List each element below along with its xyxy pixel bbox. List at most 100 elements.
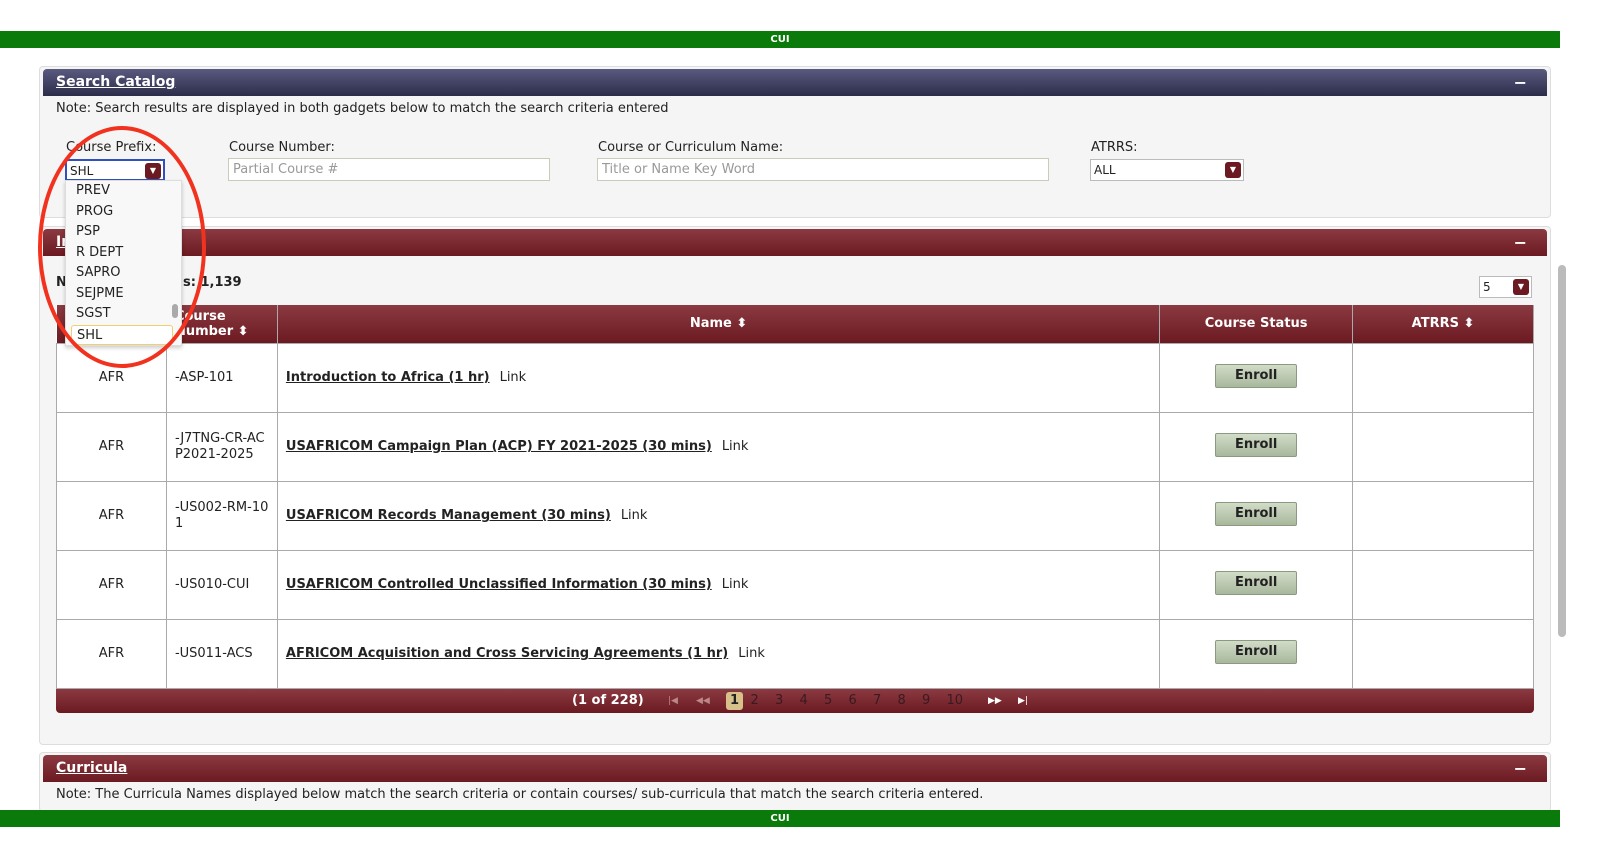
course-name-label: Course or Curriculum Name: (598, 140, 784, 155)
courses-header: In − (43, 229, 1547, 256)
prefix-option[interactable]: PREV (66, 181, 181, 202)
page-size-select[interactable]: 5 ▼ (1479, 276, 1532, 298)
atrrs-cell (1352, 618, 1534, 689)
course-prefix-cell: AFR (56, 549, 167, 620)
course-prefix-select[interactable]: SHL ▼ (65, 159, 165, 181)
table-row: AFR -US002-RM-101 USAFRICOM Records Mana… (56, 480, 1534, 551)
page-link[interactable]: 9 (922, 689, 930, 713)
prefix-option[interactable]: SHL (71, 324, 173, 345)
atrrs-cell (1352, 480, 1534, 551)
header-label: ATRRS (1411, 316, 1459, 332)
page-link[interactable]: 2 (751, 689, 759, 713)
course-number-cell: -US010-CUI (165, 549, 278, 620)
course-prefix-label: Course Prefix: (66, 140, 157, 155)
pagination: (1 of 228) |◀ ◀◀ ▶▶ ▶| 1 2 3 4 5 6 7 8 9 10 (56, 689, 1534, 713)
page-link[interactable]: 5 (824, 689, 832, 713)
table-row: AFR -ASP-101 Introduction to Africa (1 h… (56, 342, 1534, 413)
enroll-button[interactable]: Enroll (1215, 501, 1298, 526)
curricula-note: Note: The Curricula Names displayed belo… (56, 787, 984, 802)
table-row: AFR -US010-CUI USAFRICOM Controlled Uncl… (56, 549, 1534, 620)
course-prefix-cell: AFR (56, 342, 167, 413)
header-label: Name (689, 316, 732, 332)
course-number-cell: -J7TNG-CR-ACP2021-2025 (165, 411, 278, 482)
course-name-cell: USAFRICOM Records Management (30 mins) Li… (276, 480, 1161, 551)
atrrs-header[interactable]: ATRRS ⬍ (1352, 305, 1534, 343)
page-link[interactable]: 4 (800, 689, 808, 713)
course-name-link[interactable]: AFRICOM Acquisition and Cross Servicing … (286, 646, 728, 661)
course-status-cell: Enroll (1159, 480, 1354, 551)
chevron-down-icon: ▼ (145, 163, 161, 179)
course-status-cell: Enroll (1159, 618, 1354, 689)
page-scrollbar[interactable] (1558, 265, 1566, 637)
search-catalog-header: Search Catalog − (43, 69, 1547, 96)
course-number-label: Course Number: (229, 140, 335, 155)
prefix-option[interactable]: PSP (66, 222, 181, 243)
cui-banner-bottom: CUI (0, 810, 1560, 827)
course-number-cell: -US011-ACS (165, 618, 278, 689)
course-number-input[interactable]: Partial Course # (228, 158, 550, 181)
curricula-header: Curricula − (43, 755, 1547, 782)
minimize-icon[interactable]: − (1514, 755, 1527, 782)
course-link[interactable]: Link (500, 370, 527, 385)
atrrs-cell (1352, 411, 1534, 482)
course-name-cell: USAFRICOM Controlled Unclassified Inform… (276, 549, 1161, 620)
course-name-link[interactable]: USAFRICOM Records Management (30 mins) (286, 508, 611, 523)
course-name-cell: AFRICOM Acquisition and Cross Servicing … (276, 618, 1161, 689)
cui-banner-top: CUI (0, 31, 1560, 48)
course-link[interactable]: Link (738, 646, 765, 661)
course-status-header: Course Status (1159, 305, 1354, 343)
minimize-icon[interactable]: − (1514, 69, 1527, 96)
course-prefix-value: SHL (70, 164, 94, 178)
course-prefix-dropdown: PREV PROG PSP R DEPT SAPRO SEJPME SGST SHL (65, 180, 182, 346)
course-number-cell: -US002-RM-101 (165, 480, 278, 551)
curricula-panel: Curricula − (39, 752, 1551, 812)
atrrs-cell (1352, 342, 1534, 413)
course-name-input[interactable]: Title or Name Key Word (597, 158, 1049, 181)
atrrs-value: ALL (1094, 163, 1116, 177)
page-link[interactable]: 10 (947, 689, 964, 713)
next-page-icon[interactable]: ▶▶ (988, 689, 1002, 713)
chevron-down-icon: ▼ (1225, 162, 1241, 178)
page-link[interactable]: 7 (873, 689, 881, 713)
enroll-button[interactable]: Enroll (1215, 570, 1298, 595)
course-status-cell: Enroll (1159, 342, 1354, 413)
course-name-link[interactable]: USAFRICOM Campaign Plan (ACP) FY 2021-20… (286, 439, 712, 454)
curricula-title[interactable]: Curricula (56, 760, 127, 776)
course-number-header[interactable]: Course Number ⬍ (166, 305, 278, 343)
enroll-button[interactable]: Enroll (1215, 639, 1298, 664)
course-link[interactable]: Link (722, 439, 749, 454)
enroll-button[interactable]: Enroll (1215, 363, 1298, 388)
page-link[interactable]: 1 (726, 692, 744, 710)
course-link[interactable]: Link (722, 577, 749, 592)
dropdown-scrollbar[interactable] (172, 304, 178, 318)
search-catalog-title[interactable]: Search Catalog (56, 74, 175, 90)
prefix-option[interactable]: PROG (66, 202, 181, 223)
course-name-cell: Introduction to Africa (1 hr) Link (276, 342, 1161, 413)
prefix-option[interactable]: SEJPME (66, 284, 181, 305)
page-size-value: 5 (1483, 280, 1491, 294)
prefix-option[interactable]: R DEPT (66, 243, 181, 264)
courses-table: Course Number ⬍ Name ⬍ Course Status ATR… (56, 305, 1534, 689)
page-link[interactable]: 3 (775, 689, 783, 713)
course-number-cell: -ASP-101 (165, 342, 278, 413)
name-header[interactable]: Name ⬍ (277, 305, 1161, 343)
course-prefix-cell: AFR (56, 618, 167, 689)
course-prefix-cell: AFR (56, 411, 167, 482)
prefix-option[interactable]: SAPRO (66, 263, 181, 284)
first-page-icon[interactable]: |◀ (668, 689, 678, 713)
page-link[interactable]: 8 (898, 689, 906, 713)
course-name-link[interactable]: USAFRICOM Controlled Unclassified Inform… (286, 577, 712, 592)
header-label: Course Number (174, 308, 234, 339)
enroll-button[interactable]: Enroll (1215, 432, 1298, 457)
last-page-icon[interactable]: ▶| (1018, 689, 1028, 713)
atrrs-label: ATRRS: (1091, 140, 1138, 155)
course-name-cell: USAFRICOM Campaign Plan (ACP) FY 2021-20… (276, 411, 1161, 482)
search-note: Note: Search results are displayed in bo… (56, 101, 669, 116)
course-name-link[interactable]: Introduction to Africa (1 hr) (286, 370, 490, 385)
minimize-icon[interactable]: − (1514, 229, 1527, 256)
prefix-option[interactable]: SGST (66, 304, 181, 325)
page-link[interactable]: 6 (849, 689, 857, 713)
course-link[interactable]: Link (621, 508, 648, 523)
prev-page-icon[interactable]: ◀◀ (696, 689, 710, 713)
atrrs-select[interactable]: ALL ▼ (1090, 159, 1244, 181)
